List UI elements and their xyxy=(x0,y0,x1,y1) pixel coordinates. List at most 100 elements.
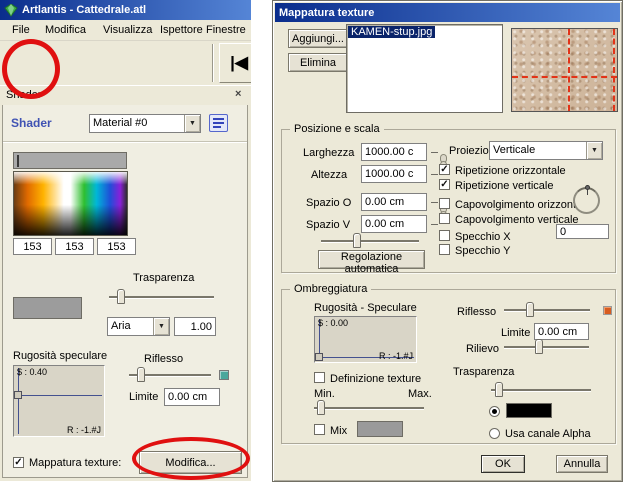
toolbar-separator xyxy=(212,44,214,82)
menu-modifica[interactable]: Modifica xyxy=(45,24,86,36)
slider-thumb[interactable] xyxy=(137,367,145,382)
width-field[interactable] xyxy=(361,143,427,161)
slider-thumb[interactable] xyxy=(117,289,125,304)
shader-section-label: Shader xyxy=(11,117,52,129)
dialog-title: Mappatura texture xyxy=(279,7,374,19)
cancel-button[interactable]: Annulla xyxy=(556,455,608,473)
transparency-black-swatch[interactable] xyxy=(506,403,552,418)
transparency-color-swatch[interactable] xyxy=(13,297,82,319)
menu-visualizza[interactable]: Visualizza xyxy=(103,24,152,36)
texture-list[interactable]: KAMEN-stup.jpg xyxy=(346,24,503,113)
repeat-vertical-checkbox[interactable]: ✓ xyxy=(439,179,450,190)
specular-roughness-graph[interactable]: $ : 0.40 R : -1.#J xyxy=(13,365,105,437)
shading-title: Ombreggiatura xyxy=(290,283,371,295)
mix-checkbox[interactable] xyxy=(314,424,325,435)
refraction-value-field[interactable] xyxy=(174,317,216,336)
orange-marker[interactable] xyxy=(603,306,612,315)
ok-button[interactable]: OK xyxy=(481,455,525,473)
link-dash xyxy=(431,174,438,175)
reflection-label: Riflesso xyxy=(144,353,183,365)
graph-handle[interactable] xyxy=(14,391,22,399)
panel-close-icon[interactable]: × xyxy=(235,88,241,100)
medium-select[interactable]: Aria ▼ xyxy=(107,317,170,336)
slider-thumb[interactable] xyxy=(495,382,503,397)
material-select[interactable]: Material #0 ▼ xyxy=(89,114,201,133)
link-dash xyxy=(431,152,438,153)
delete-texture-button[interactable]: Elimina xyxy=(288,53,348,72)
rotation-field[interactable] xyxy=(556,224,609,239)
space-v-field[interactable] xyxy=(361,215,427,233)
slider-thumb[interactable] xyxy=(535,339,543,354)
chevron-down-icon[interactable]: ▼ xyxy=(184,115,200,132)
relief-label: Rilievo xyxy=(466,343,499,355)
menu-file[interactable]: File xyxy=(12,24,30,36)
window-titlebar[interactable]: Artlantis - Cattedrale.atl xyxy=(0,0,251,20)
chevron-down-icon[interactable]: ▼ xyxy=(586,142,602,159)
teal-marker[interactable] xyxy=(219,370,229,380)
transparency-slider[interactable] xyxy=(109,289,214,305)
scale-slider[interactable] xyxy=(321,233,419,249)
dialog-roughness-label: Rugosità - Speculare xyxy=(314,302,417,314)
width-label: Larghezza xyxy=(303,147,354,159)
repeat-horizontal-checkbox[interactable]: ✓ xyxy=(439,164,450,175)
alpha-channel-radio[interactable] xyxy=(489,428,500,439)
annotation-circle-shaders xyxy=(2,39,60,99)
rgb-blue-field[interactable] xyxy=(97,238,136,255)
space-o-field[interactable] xyxy=(361,193,427,211)
flip-vertical-checkbox[interactable] xyxy=(439,213,450,224)
transparency-color-radio[interactable] xyxy=(489,406,500,417)
dialog-titlebar[interactable]: Mappatura texture xyxy=(275,3,620,22)
dialog-limit-field[interactable] xyxy=(534,323,589,340)
graph-handle[interactable] xyxy=(315,353,323,361)
rgb-red-field[interactable] xyxy=(13,238,52,255)
graph-axis xyxy=(18,368,19,434)
height-label: Altezza xyxy=(311,169,347,181)
texture-list-item-selected[interactable]: KAMEN-stup.jpg xyxy=(348,26,435,38)
dial-knob[interactable] xyxy=(585,185,590,190)
projection-select[interactable]: Verticale ▼ xyxy=(489,141,603,160)
dialog-reflection-label: Riflesso xyxy=(457,306,496,318)
slider-thumb[interactable] xyxy=(317,400,325,415)
color-picker-gradient[interactable] xyxy=(13,171,128,236)
rgb-green-field[interactable] xyxy=(55,238,94,255)
relief-slider[interactable] xyxy=(504,339,589,355)
texture-definition-checkbox[interactable] xyxy=(314,372,325,383)
color-preview-bar[interactable] xyxy=(13,152,127,169)
limit-field[interactable] xyxy=(164,388,220,406)
artlantis-logo-icon xyxy=(4,4,18,17)
dialog-transparency-slider[interactable] xyxy=(491,382,591,398)
repeat-vertical-label: Ripetizione verticale xyxy=(455,180,553,192)
menu-ispettore[interactable]: Ispettore xyxy=(160,24,203,36)
slider-track xyxy=(314,407,424,409)
slider-thumb[interactable] xyxy=(526,302,534,317)
slider-track xyxy=(321,240,419,242)
list-lines-icon xyxy=(210,115,227,131)
height-field[interactable] xyxy=(361,165,427,183)
link-dash xyxy=(431,202,438,203)
flip-horizontal-checkbox[interactable] xyxy=(439,198,450,209)
go-first-frame-button[interactable]: |◀ xyxy=(219,43,251,83)
limit-label: Limite xyxy=(129,391,158,403)
rotation-dial[interactable] xyxy=(573,187,600,214)
texture-mapping-checkbox[interactable]: ✓ xyxy=(13,457,24,468)
dialog-reflection-slider[interactable] xyxy=(504,302,590,318)
space-o-label: Spazio O xyxy=(306,197,351,209)
add-texture-button[interactable]: Aggiungi... xyxy=(288,29,348,48)
mix-color-swatch[interactable] xyxy=(357,421,403,437)
graph-bottom-value: R : -1.#J xyxy=(67,425,101,435)
material-list-button[interactable] xyxy=(209,114,228,132)
color-cursor xyxy=(17,155,19,167)
mirror-y-checkbox[interactable] xyxy=(439,244,450,255)
dialog-roughness-graph[interactable]: $ : 0.00 R : -1.#J xyxy=(314,316,417,363)
auto-adjust-button[interactable]: Regolazione automatica xyxy=(318,250,425,269)
min-max-slider[interactable] xyxy=(314,400,424,416)
window-title: Artlantis - Cattedrale.atl xyxy=(22,4,146,16)
link-dash xyxy=(431,224,438,225)
slider-thumb[interactable] xyxy=(353,233,361,248)
slider-track xyxy=(491,389,591,391)
projection-select-value: Verticale xyxy=(490,142,586,159)
mirror-x-checkbox[interactable] xyxy=(439,230,450,241)
menu-finestre[interactable]: Finestre xyxy=(206,24,246,36)
chevron-down-icon[interactable]: ▼ xyxy=(153,318,169,335)
reflection-slider[interactable] xyxy=(129,367,211,383)
